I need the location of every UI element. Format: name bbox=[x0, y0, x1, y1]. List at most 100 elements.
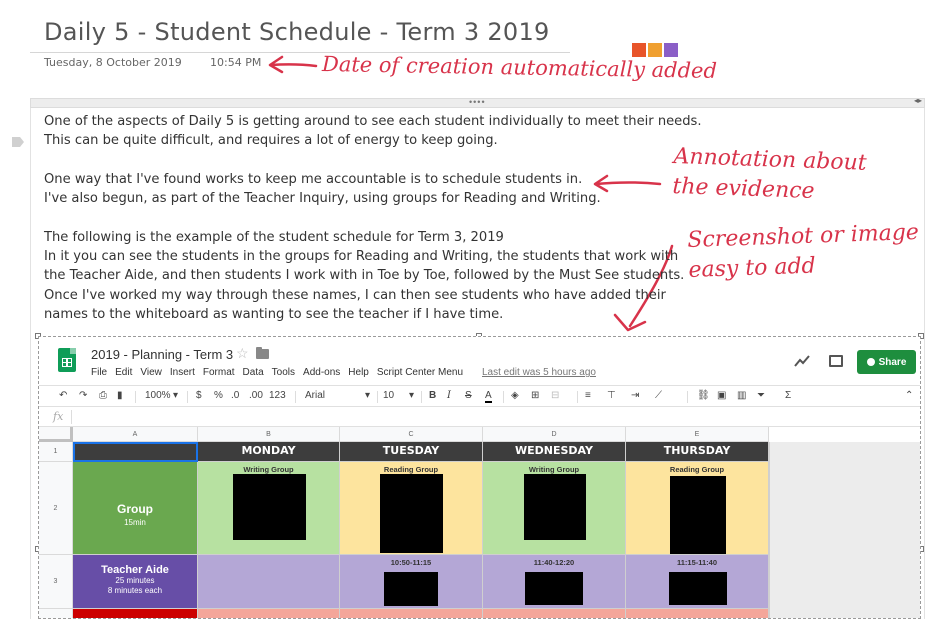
cell-row4-wednesday[interactable] bbox=[483, 609, 626, 618]
insert-comment-icon[interactable]: ▣ bbox=[717, 390, 726, 401]
chevron-down-icon[interactable]: ▾ bbox=[173, 390, 178, 401]
comment-icon[interactable] bbox=[829, 355, 843, 367]
day-header-wednesday[interactable]: WEDNESDAY bbox=[483, 442, 626, 462]
cell-row4-tuesday[interactable] bbox=[340, 609, 483, 618]
cell-a1[interactable] bbox=[73, 442, 198, 462]
print-icon[interactable]: ⎙ bbox=[99, 390, 107, 401]
fill-color-icon[interactable]: ◈ bbox=[511, 390, 519, 401]
sheet-doc-title[interactable]: 2019 - Planning - Term 3 bbox=[91, 347, 233, 362]
cell-thursday-aide[interactable]: 11:15-11:40 bbox=[626, 555, 769, 609]
redacted-names bbox=[524, 474, 586, 540]
cell-row4-label[interactable] bbox=[73, 609, 198, 618]
increase-decimal-button[interactable]: .00 bbox=[249, 390, 263, 401]
bold-button[interactable]: B bbox=[429, 390, 436, 401]
row-header-2[interactable]: 2 bbox=[39, 462, 73, 555]
filter-icon[interactable]: ⏷ bbox=[757, 390, 765, 401]
arrow-to-date bbox=[269, 63, 318, 68]
menu-format[interactable]: Format bbox=[203, 367, 235, 378]
star-icon[interactable]: ☆ bbox=[236, 345, 249, 362]
container-move-grip[interactable]: •••• bbox=[469, 97, 486, 107]
cell-group-label[interactable]: Group 15min bbox=[73, 462, 198, 555]
cell-thursday-group[interactable]: Reading Group bbox=[626, 462, 769, 555]
menu-data[interactable]: Data bbox=[243, 367, 264, 378]
column-header-a[interactable]: A bbox=[73, 427, 198, 442]
cell-teacher-aide-label[interactable]: Teacher Aide 25 minutes 8 minutes each bbox=[73, 555, 198, 609]
paragraph-handle-icon[interactable] bbox=[12, 137, 24, 147]
text-wrap-icon[interactable]: ⇥ bbox=[631, 390, 639, 401]
menu-edit[interactable]: Edit bbox=[115, 367, 132, 378]
number-format-select[interactable]: 123 bbox=[269, 390, 286, 401]
menu-insert[interactable]: Insert bbox=[170, 367, 195, 378]
sheet-screenshot[interactable]: 2019 - Planning - Term 3 ☆ File Edit Vie… bbox=[38, 336, 921, 619]
sheet-grid[interactable]: A B C D E 1 2 3 MONDAY TUESDAY WEDNESDAY… bbox=[39, 427, 920, 618]
cell-tuesday-group[interactable]: Reading Group bbox=[340, 462, 483, 555]
share-button[interactable]: Share bbox=[857, 350, 916, 374]
italic-button[interactable]: I bbox=[447, 390, 451, 401]
strikethrough-button[interactable]: S bbox=[465, 390, 472, 401]
menu-help[interactable]: Help bbox=[348, 367, 369, 378]
undo-icon[interactable]: ↶ bbox=[59, 390, 67, 401]
menu-file[interactable]: File bbox=[91, 367, 107, 378]
collapse-toolbar-icon[interactable]: ⌃ bbox=[905, 390, 913, 401]
menu-view[interactable]: View bbox=[140, 367, 162, 378]
body-line: In it you can see the students in the gr… bbox=[44, 249, 679, 265]
vertical-align-icon[interactable]: ⊤ bbox=[607, 390, 616, 401]
column-header-e[interactable]: E bbox=[626, 427, 769, 442]
paint-format-icon[interactable]: ▮ bbox=[117, 390, 123, 401]
decrease-decimal-button[interactable]: .0 bbox=[231, 390, 239, 401]
cell-row4-monday[interactable] bbox=[198, 609, 340, 618]
currency-button[interactable]: $ bbox=[196, 390, 202, 401]
activity-trend-icon[interactable] bbox=[794, 355, 810, 367]
menu-addons[interactable]: Add-ons bbox=[303, 367, 340, 378]
day-header-tuesday[interactable]: TUESDAY bbox=[340, 442, 483, 462]
day-header-thursday[interactable]: THURSDAY bbox=[626, 442, 769, 462]
cell-monday-aide[interactable] bbox=[198, 555, 340, 609]
toolbar-divider bbox=[135, 391, 136, 403]
toolbar-divider bbox=[295, 391, 296, 403]
container-left-edge bbox=[30, 108, 31, 619]
redacted-names bbox=[380, 474, 443, 553]
zoom-select[interactable]: 100% bbox=[145, 390, 171, 401]
annotation-image-line2: easy to add bbox=[688, 253, 817, 283]
insert-link-icon[interactable]: ⛓ bbox=[697, 390, 710, 401]
chevron-down-icon[interactable]: ▾ bbox=[409, 390, 414, 401]
chevron-down-icon[interactable]: ▾ bbox=[365, 390, 370, 401]
menu-tools[interactable]: Tools bbox=[272, 367, 295, 378]
percent-button[interactable]: % bbox=[214, 390, 223, 401]
folder-icon[interactable] bbox=[256, 347, 269, 359]
redo-icon[interactable]: ↷ bbox=[79, 390, 87, 401]
font-select[interactable]: Arial bbox=[305, 390, 325, 401]
group-label: Group bbox=[117, 502, 153, 516]
cell-row4-thursday[interactable] bbox=[626, 609, 769, 618]
column-header-c[interactable]: C bbox=[340, 427, 483, 442]
text-rotation-icon[interactable]: ⟋ bbox=[655, 390, 662, 401]
cell-tuesday-aide[interactable]: 10:50-11:15 bbox=[340, 555, 483, 609]
note-body[interactable]: One of the aspects of Daily 5 is getting… bbox=[44, 112, 702, 324]
row-header-1[interactable]: 1 bbox=[39, 442, 73, 462]
last-edit-link[interactable]: Last edit was 5 hours ago bbox=[482, 367, 596, 378]
day-header-monday[interactable]: MONDAY bbox=[198, 442, 340, 462]
horizontal-align-icon[interactable]: ≡ bbox=[585, 390, 591, 401]
select-all-corner[interactable] bbox=[39, 427, 73, 442]
column-header-b[interactable]: B bbox=[198, 427, 340, 442]
text-color-button[interactable]: A bbox=[485, 390, 492, 403]
container-right-edge bbox=[924, 108, 925, 619]
page-title[interactable]: Daily 5 - Student Schedule - Term 3 2019 bbox=[44, 18, 550, 46]
note-container-bar[interactable]: •••• ◂▸ bbox=[30, 96, 925, 108]
toolbar-divider bbox=[577, 391, 578, 403]
container-resize-arrows[interactable]: ◂▸ bbox=[914, 96, 922, 105]
font-size-select[interactable]: 10 bbox=[383, 390, 394, 401]
insert-chart-icon[interactable]: ▥ bbox=[737, 390, 746, 401]
merge-cells-icon[interactable]: ⊟ bbox=[551, 390, 559, 401]
functions-icon[interactable]: Σ bbox=[785, 390, 791, 401]
formula-bar[interactable]: fx bbox=[39, 407, 920, 427]
menu-script-center[interactable]: Script Center Menu bbox=[377, 367, 463, 378]
borders-icon[interactable]: ⊞ bbox=[531, 390, 539, 401]
teacher-aide-duration: 25 minutes bbox=[115, 576, 155, 585]
cell-monday-group[interactable]: Writing Group bbox=[198, 462, 340, 555]
column-header-d[interactable]: D bbox=[483, 427, 626, 442]
cell-wednesday-aide[interactable]: 11:40-12:20 bbox=[483, 555, 626, 609]
row-header-3[interactable]: 3 bbox=[39, 555, 73, 609]
row-header-4[interactable] bbox=[39, 609, 73, 618]
cell-wednesday-group[interactable]: Writing Group bbox=[483, 462, 626, 555]
